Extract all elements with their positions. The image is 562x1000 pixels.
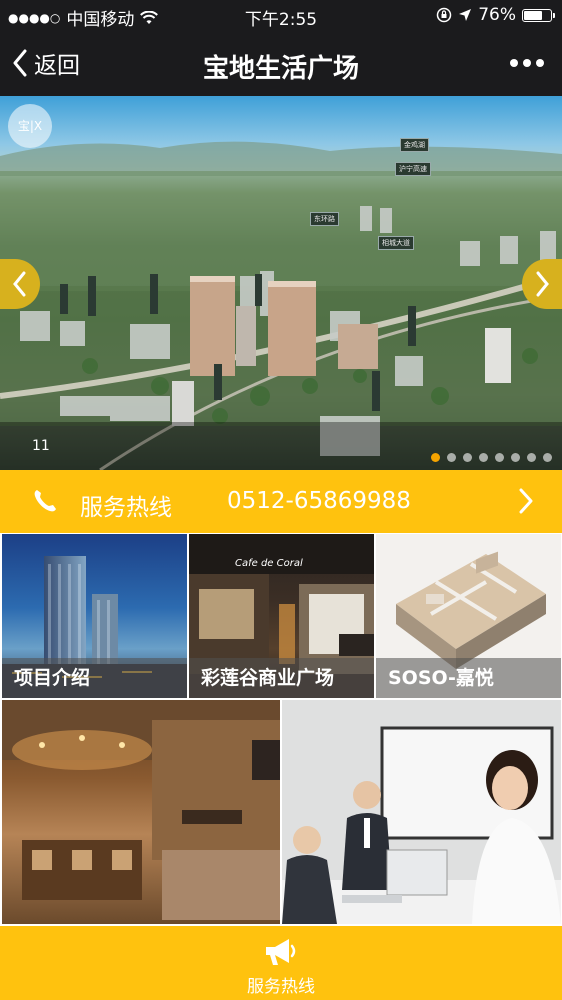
carousel-dot[interactable] (479, 453, 488, 462)
more-dot (510, 59, 518, 67)
back-label: 返回 (34, 53, 80, 79)
tile-caption: 彩莲谷商业广场 (189, 658, 374, 698)
slide-counter: 11 (32, 438, 50, 454)
carousel-dot[interactable] (463, 453, 472, 462)
hotline-number: 0512-65869988 (227, 488, 411, 514)
more-dot (536, 59, 544, 67)
image-carousel[interactable]: 金鸡湖 沪宁高速 东环路 相城大道 宝|X 11 (0, 96, 562, 470)
more-options-button[interactable] (510, 50, 544, 76)
carousel-dot[interactable] (527, 453, 536, 462)
carousel-dot[interactable] (431, 453, 440, 462)
status-bar: ●●●●○ 中国移动 下午2:55 76% (0, 0, 562, 32)
tile-caption: 项目介绍 (2, 658, 187, 698)
carousel-dot[interactable] (511, 453, 520, 462)
bottom-hotline-button[interactable]: 服务热线 (0, 926, 562, 1000)
chevron-left-icon (13, 271, 26, 297)
navigation-bar: 返回 宝地生活广场 (0, 32, 562, 96)
brand-logo: 宝|X (8, 104, 52, 148)
chevron-right-icon (536, 271, 549, 297)
restaurant-interior-image (2, 700, 280, 920)
restaurant-tile[interactable] (2, 700, 280, 924)
service-hotline-bar[interactable]: 服务热线 0512-65869988 (0, 470, 562, 533)
battery-level (524, 10, 542, 20)
page-title: 宝地生活广场 (202, 54, 359, 84)
business-meeting-tile[interactable] (282, 700, 561, 924)
chevron-right-icon (519, 488, 533, 514)
map-tag: 东环路 (310, 212, 339, 226)
phone-icon (34, 490, 56, 512)
project-intro-tile[interactable]: 项目介绍 (2, 534, 187, 698)
carousel-dot[interactable] (495, 453, 504, 462)
carousel-caption-bar (0, 422, 562, 470)
back-button[interactable]: 返回 (12, 46, 80, 80)
carousel-dot[interactable] (447, 453, 456, 462)
battery-percentage: 76% (478, 5, 516, 25)
carousel-pagination (431, 453, 552, 462)
location-arrow-icon (458, 8, 472, 22)
chevron-left-icon (13, 49, 27, 77)
mall-tile[interactable]: Cafe de Coral 彩莲谷商业广场 (189, 534, 374, 698)
rotation-lock-icon (436, 7, 452, 23)
cafe-sign: Cafe de Coral (235, 558, 303, 569)
soso-jiayue-tile[interactable]: SOSO-嘉悦 (376, 534, 561, 698)
more-dot (523, 59, 531, 67)
map-tag: 金鸡湖 (400, 138, 429, 152)
battery-icon (522, 8, 555, 22)
business-meeting-image (282, 726, 561, 924)
aerial-city-image (0, 141, 562, 470)
bottom-bar-label: 服务热线 (247, 977, 315, 997)
megaphone-icon (266, 939, 296, 965)
map-tag: 相城大道 (378, 236, 414, 250)
hotline-label: 服务热线 (80, 495, 172, 521)
carousel-dot[interactable] (543, 453, 552, 462)
map-tag: 沪宁高速 (395, 162, 431, 176)
tile-caption: SOSO-嘉悦 (376, 658, 561, 698)
